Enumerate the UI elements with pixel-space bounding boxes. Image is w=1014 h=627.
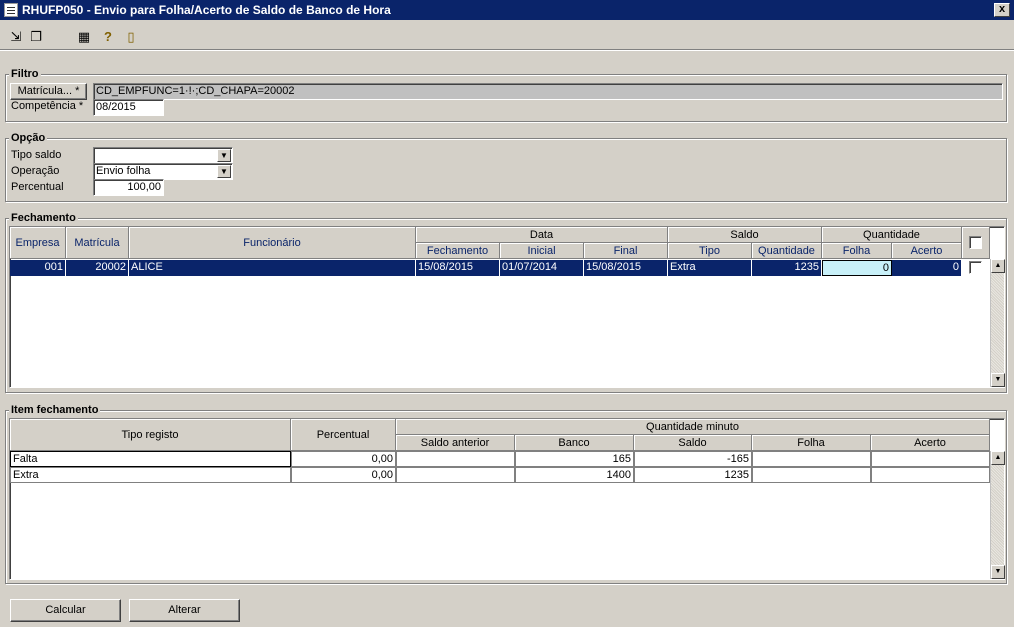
col-tipo[interactable]: Tipo — [668, 243, 752, 259]
vertical-scrollbar[interactable]: ▲ ▼ — [990, 259, 1005, 387]
opcao-title: Opção — [9, 132, 48, 144]
matricula-button-label: Matrícula... * — [17, 85, 80, 97]
operacao-label: Operação — [11, 165, 60, 177]
matricula-button[interactable]: Matrícula... * — [10, 83, 87, 100]
competencia-label: Competência * — [11, 100, 84, 112]
col-quantidade[interactable]: Quantidade — [752, 243, 822, 259]
fechamento-title: Fechamento — [9, 212, 78, 224]
cell-inicial[interactable]: 01/07/2014 — [500, 260, 584, 276]
cell-saldo[interactable]: 1235 — [634, 467, 752, 483]
cell-saldo-anterior[interactable] — [396, 451, 515, 467]
col-saldo-anterior[interactable]: Saldo anterior — [396, 435, 515, 451]
col-matricula[interactable]: Matrícula — [66, 227, 129, 259]
cell-funcionario[interactable]: ALICE — [129, 260, 416, 276]
cell-matricula[interactable]: 20002 — [66, 260, 129, 276]
cell-fechamento[interactable]: 15/08/2015 — [416, 260, 500, 276]
cell-saldo[interactable]: -165 — [634, 451, 752, 467]
col-group-saldo: Saldo — [668, 227, 822, 243]
percentual-label: Percentual — [11, 181, 64, 193]
vertical-scrollbar[interactable]: ▲ ▼ — [990, 451, 1005, 579]
cell-acerto[interactable] — [871, 467, 990, 483]
alterar-button[interactable]: Alterar — [129, 599, 240, 622]
col-banco[interactable]: Banco — [515, 435, 634, 451]
cell-final[interactable]: 15/08/2015 — [584, 260, 668, 276]
percentual-input[interactable]: 100,00 — [93, 179, 164, 196]
scroll-down-icon[interactable]: ▼ — [991, 565, 1005, 579]
col-group-data: Data — [416, 227, 668, 243]
cell-acerto[interactable] — [871, 451, 990, 467]
col-folha[interactable]: Folha — [822, 243, 892, 259]
alterar-label: Alterar — [168, 604, 201, 616]
select-all-header[interactable] — [962, 227, 990, 259]
scroll-down-icon[interactable]: ▼ — [991, 373, 1005, 387]
col-final[interactable]: Final — [584, 243, 668, 259]
col-saldo[interactable]: Saldo — [634, 435, 752, 451]
col-group-quantidade: Quantidade — [822, 227, 962, 243]
row-checkbox[interactable] — [969, 261, 982, 274]
cell-banco[interactable]: 165 — [515, 451, 634, 467]
matricula-field: CD_EMPFUNC=1·!·;CD_CHAPA=20002 — [93, 83, 1003, 100]
scroll-up-icon[interactable]: ▲ — [991, 259, 1005, 273]
col-acerto[interactable]: Acerto — [892, 243, 962, 259]
col-funcionario[interactable]: Funcionário — [129, 227, 416, 259]
cell-percentual[interactable]: 0,00 — [291, 451, 396, 467]
filtro-title: Filtro — [9, 68, 41, 80]
col-tipo-registo[interactable]: Tipo registo — [10, 419, 291, 451]
cell-folha[interactable] — [752, 467, 871, 483]
grid-icon[interactable]: ▦ — [76, 29, 92, 45]
competencia-input[interactable]: 08/2015 — [93, 99, 164, 116]
col-empresa[interactable]: Empresa — [10, 227, 66, 259]
help-icon[interactable]: ? — [100, 29, 116, 45]
tipo-saldo-select[interactable]: ▼ — [93, 147, 233, 164]
chevron-down-icon[interactable]: ▼ — [217, 165, 231, 178]
fechamento-grid: Empresa Matrícula Funcionário Data Fecha… — [9, 226, 1005, 388]
app-icon — [4, 3, 18, 17]
cell-banco[interactable]: 1400 — [515, 467, 634, 483]
cell-percentual[interactable]: 0,00 — [291, 467, 396, 483]
cell-quantidade[interactable]: 1235 — [752, 260, 822, 276]
col-fechamento[interactable]: Fechamento — [416, 243, 500, 259]
operacao-select[interactable]: Envio folha ▼ — [93, 163, 233, 180]
item-fechamento-grid: Tipo registo Percentual Quantidade minut… — [9, 418, 1005, 580]
chevron-down-icon[interactable]: ▼ — [217, 149, 231, 162]
cell-saldo-anterior[interactable] — [396, 467, 515, 483]
select-all-checkbox[interactable] — [969, 236, 982, 249]
cell-tipo[interactable]: Extra — [668, 260, 752, 276]
cell-tipo-registo[interactable]: Extra — [10, 467, 291, 483]
col-percentual[interactable]: Percentual — [291, 419, 396, 451]
calcular-button[interactable]: Calcular — [10, 599, 121, 622]
calcular-label: Calcular — [45, 604, 86, 616]
col-acerto[interactable]: Acerto — [871, 435, 990, 451]
window-title: RHUFP050 - Envio para Folha/Acerto de Sa… — [22, 3, 391, 17]
close-button[interactable]: x — [994, 3, 1010, 17]
export-icon[interactable]: ⇲ — [8, 29, 24, 45]
exit-icon[interactable]: ▯ — [123, 29, 139, 45]
toolbar-separator — [0, 49, 1014, 51]
title-bar: RHUFP050 - Envio para Folha/Acerto de Sa… — [0, 0, 1014, 20]
tipo-saldo-label: Tipo saldo — [11, 149, 62, 161]
copy-icon[interactable]: ❐ — [28, 29, 44, 45]
col-folha[interactable]: Folha — [752, 435, 871, 451]
cell-empresa[interactable]: 001 — [10, 260, 66, 276]
cell-acerto[interactable]: 0 — [892, 260, 962, 276]
col-inicial[interactable]: Inicial — [500, 243, 584, 259]
operacao-value: Envio folha — [96, 165, 151, 177]
cell-tipo-registo[interactable]: Falta — [10, 451, 291, 467]
cell-folha-input[interactable]: 0 — [822, 260, 892, 276]
cell-folha[interactable] — [752, 451, 871, 467]
col-group-quantidade-minuto: Quantidade minuto — [396, 419, 990, 435]
item-fechamento-title: Item fechamento — [9, 404, 101, 416]
scroll-up-icon[interactable]: ▲ — [991, 451, 1005, 465]
